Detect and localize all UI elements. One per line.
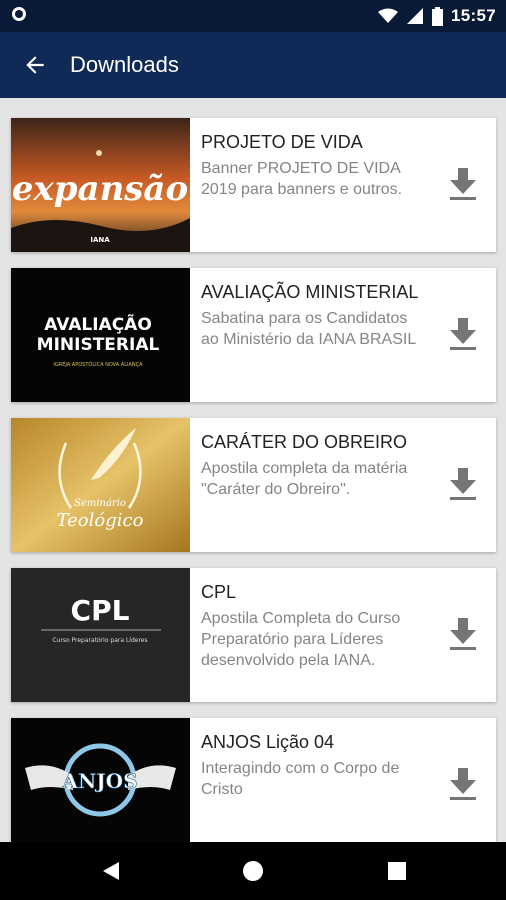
arrow-back-icon[interactable] <box>22 52 48 78</box>
downloads-list[interactable]: expansão IANA PROJETO DE VIDA Banner PRO… <box>0 98 506 842</box>
status-bar: 15:57 <box>0 0 506 32</box>
card-title: CARÁTER DO OBREIRO <box>201 432 408 452</box>
thumbnail-caption: Curso Preparatório para Líderes <box>52 637 147 644</box>
download-card-avaliacao-ministerial[interactable]: AVALIAÇÃO MINISTERIAL IGREJA APOSTÓLICA … <box>11 268 496 402</box>
wifi-icon <box>378 8 399 23</box>
download-card-anjos-licao-04[interactable]: ANJOS ANJOS Lição 04 Interagindo com o C… <box>11 718 496 842</box>
card-title: AVALIAÇÃO MINISTERIAL <box>201 282 419 302</box>
thumbnail-text-seminario: Seminário <box>74 498 126 509</box>
thumbnail-text-cpl: CPL <box>71 594 130 627</box>
battery-icon <box>432 6 444 26</box>
download-card-projeto-de-vida[interactable]: expansão IANA PROJETO DE VIDA Banner PRO… <box>11 118 496 252</box>
card-title: ANJOS Lição 04 <box>201 732 335 752</box>
card-description: Apostila completa da matéria "Caráter do… <box>201 460 408 498</box>
recents-square-icon[interactable] <box>386 860 408 882</box>
status-time: 15:57 <box>451 6 496 25</box>
download-icon[interactable] <box>448 766 478 802</box>
thumbnail-anjos: ANJOS <box>11 718 190 842</box>
card-description: Apostila Completa do Curso Preparatório … <box>201 610 401 669</box>
thumbnail-caption: IGREJA APOSTÓLICA NOVA ALIANÇA <box>53 361 143 368</box>
status-icons: 15:57 <box>378 5 496 27</box>
thumbnail-cpl: CPL Curso Preparatório para Líderes <box>11 568 190 702</box>
notification-circle-icon <box>12 7 26 21</box>
navigation-bar <box>0 842 506 900</box>
card-description: Banner PROJETO DE VIDA 2019 para banners… <box>201 160 403 198</box>
thumbnail-seminario-teologico: Seminário Teológico <box>11 418 190 552</box>
download-icon[interactable] <box>448 616 478 652</box>
thumbnail-logo: IANA <box>90 236 110 244</box>
home-circle-icon[interactable] <box>242 860 264 882</box>
thumbnail-text-ministerial: MINISTERIAL <box>37 335 160 355</box>
download-card-cpl[interactable]: CPL Curso Preparatório para Líderes CPL … <box>11 568 496 702</box>
download-card-carater-do-obreiro[interactable]: Seminário Teológico CARÁTER DO OBREIRO A… <box>11 418 496 552</box>
card-description: Interagindo com o Corpo de Cristo <box>201 760 400 798</box>
thumbnail-text-expansao: expansão <box>12 169 188 209</box>
thumbnail-text-anjos: ANJOS <box>61 769 137 793</box>
card-title: PROJETO DE VIDA <box>201 132 363 152</box>
download-icon[interactable] <box>448 466 478 502</box>
thumbnail-text-teologico: Teológico <box>57 510 144 531</box>
card-description: Sabatina para os Candidatos ao Ministéri… <box>201 310 417 348</box>
download-icon[interactable] <box>448 316 478 352</box>
signal-icon <box>407 8 424 24</box>
thumbnail-text-avaliacao: AVALIAÇÃO <box>44 312 152 335</box>
app-bar: Downloads <box>0 32 506 98</box>
download-icon[interactable] <box>448 166 478 202</box>
card-title: CPL <box>201 582 237 602</box>
thumbnail-avaliacao-ministerial: AVALIAÇÃO MINISTERIAL IGREJA APOSTÓLICA … <box>11 268 190 402</box>
back-triangle-icon[interactable] <box>100 860 122 882</box>
thumbnail-projeto-de-vida: expansão IANA <box>11 118 190 252</box>
page-title: Downloads <box>70 52 179 77</box>
